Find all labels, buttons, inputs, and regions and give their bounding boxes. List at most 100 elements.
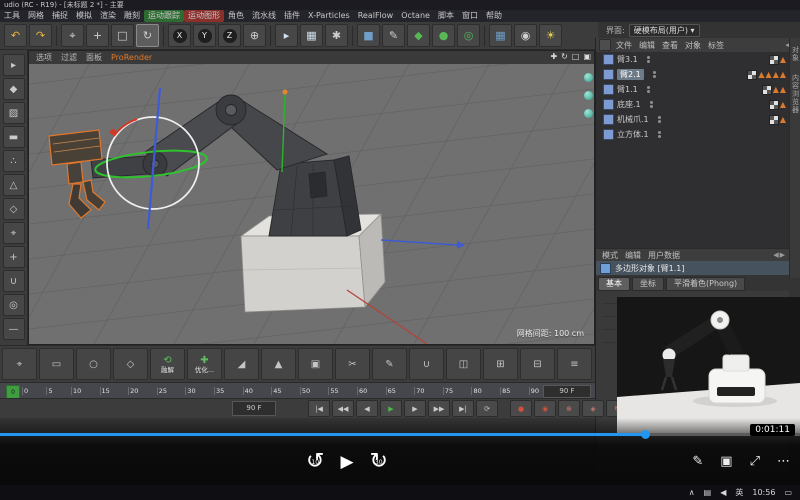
viewport-menu-filter[interactable]: 过滤 — [61, 52, 77, 63]
end-frame-field[interactable]: 90 F — [543, 385, 591, 398]
object-row[interactable]: 臂1.1 ▲ ▲ — [596, 82, 789, 97]
render-settings-icon[interactable]: ✱ — [325, 24, 348, 47]
object-row[interactable]: 立方体.1 — [596, 127, 789, 142]
prev-frame-button[interactable]: ◀ — [356, 400, 378, 417]
object-name[interactable]: 臂1.1 — [617, 84, 638, 95]
am-menu-edit[interactable]: 编辑 — [622, 250, 644, 261]
object-row[interactable]: 臂3.1 ▲ — [596, 52, 789, 67]
frame-range-field[interactable]: 90 F — [232, 401, 276, 416]
record-position-button[interactable]: ⊕ — [558, 400, 580, 417]
om-icon-placeholder[interactable] — [599, 39, 611, 51]
autokeying-button[interactable]: ◉ — [534, 400, 556, 417]
visibility-dots[interactable] — [653, 71, 656, 78]
polygon-selection-tag-icon[interactable]: ▲ — [780, 101, 786, 109]
visibility-dots[interactable] — [647, 56, 650, 63]
uvw-tag-icon[interactable] — [747, 70, 757, 80]
menu-pipeline[interactable]: 流水线 — [248, 10, 280, 22]
subdivide-icon[interactable]: ⊟ — [520, 348, 555, 380]
weld-icon[interactable]: ∪ — [409, 348, 444, 380]
polygon-selection-tag-icon[interactable]: ▲ — [780, 116, 786, 124]
viewport-solo-icon[interactable]: ◎ — [3, 294, 25, 316]
move-tool-icon[interactable]: + — [86, 24, 109, 47]
polygon-mode-icon[interactable]: ◇ — [3, 198, 25, 220]
menu-character[interactable]: 角色 — [224, 10, 248, 22]
viewport-menu-prorender[interactable]: ProRender — [111, 53, 152, 62]
am-menu-overflow-arrows[interactable]: ◀▶ — [773, 251, 786, 259]
pan-view-icon[interactable]: ✚ — [550, 52, 557, 61]
axis-mode-icon[interactable]: + — [3, 246, 25, 268]
goto-end-button[interactable]: ▶| — [452, 400, 474, 417]
rewind-10-button[interactable]: ↺10 — [306, 451, 324, 473]
loop-button[interactable]: ⟳ — [476, 400, 498, 417]
play-button[interactable]: ▶ — [380, 400, 402, 417]
menu-tools[interactable]: 工具 — [0, 10, 24, 22]
viewport[interactable]: 选项 过滤 面板 ProRender ✚ ↻ □ ▣ — [28, 50, 595, 345]
uvw-tag-icon[interactable] — [769, 100, 779, 110]
render-view-icon[interactable]: ▸ — [275, 24, 298, 47]
generator-icon[interactable]: ● — [432, 24, 455, 47]
polygon-selection-tag-icon[interactable]: ▲ — [780, 56, 786, 64]
menu-snap[interactable]: 捕捉 — [48, 10, 72, 22]
mirror-icon[interactable]: ◫ — [446, 348, 481, 380]
brush-icon[interactable]: ✎ — [372, 348, 407, 380]
melt-button[interactable]: ⟲ 融解 — [150, 348, 185, 380]
commands-icon[interactable]: ≡ — [557, 348, 592, 380]
zoom-view-icon[interactable]: □ — [572, 52, 580, 61]
model-mode-icon[interactable]: ◆ — [3, 78, 25, 100]
record-keyframe-button[interactable]: ● — [510, 400, 532, 417]
menu-window[interactable]: 窗口 — [458, 10, 482, 22]
z-axis-lock-icon[interactable]: Z — [218, 24, 241, 47]
viewport-canvas[interactable] — [29, 64, 594, 344]
edit-note-icon[interactable]: ✎ — [692, 454, 703, 469]
viewport-menu-panel[interactable]: 面板 — [86, 52, 102, 63]
filter-sphere-icon[interactable] — [584, 91, 593, 100]
object-row[interactable]: 臂2.1 ▲ ▲ ▲ ▲ — [596, 67, 789, 82]
fullscreen-icon[interactable]: ⤢ — [750, 454, 760, 469]
filter-sphere-icon[interactable] — [584, 109, 593, 118]
menu-xparticles[interactable]: X-Particles — [304, 10, 354, 22]
next-key-button[interactable]: ▶▶ — [428, 400, 450, 417]
undo-icon[interactable]: ↶ — [4, 24, 27, 47]
make-editable-icon[interactable]: ▸ — [3, 54, 25, 76]
pip-icon[interactable]: ▣ — [720, 454, 732, 469]
tray-chevron-icon[interactable]: ∧ — [689, 488, 695, 497]
video-progress-bar[interactable] — [0, 433, 800, 436]
light-object-icon[interactable]: ☀ — [539, 24, 562, 47]
om-menu-tags[interactable]: 标签 — [705, 40, 727, 51]
visibility-dots[interactable] — [650, 101, 653, 108]
maximize-view-icon[interactable]: ▣ — [583, 52, 591, 61]
y-axis-lock-icon[interactable]: Y — [193, 24, 216, 47]
inner-extrude-icon[interactable]: ▣ — [298, 348, 333, 380]
uvw-tag-icon[interactable] — [762, 85, 772, 95]
orbit-view-icon[interactable]: ↻ — [561, 52, 568, 61]
layout-dropdown[interactable]: 硬模布局(用户) ▾ — [629, 24, 700, 37]
polygon-selection-tag-icon[interactable]: ▲ — [773, 71, 779, 79]
tweak-mode-icon[interactable]: ⌖ — [3, 222, 25, 244]
visibility-dots[interactable] — [658, 116, 661, 123]
cube-primitive-icon[interactable]: ■ — [357, 24, 380, 47]
timeline-ruler[interactable]: 0 0510 152025 303540 455055 606570 75808… — [0, 382, 595, 399]
live-select-icon[interactable]: ⌖ — [2, 348, 37, 380]
object-name[interactable]: 臂3.1 — [617, 54, 638, 65]
x-axis-lock-icon[interactable]: X — [168, 24, 191, 47]
current-frame-marker[interactable]: 0 — [6, 385, 20, 399]
menu-sculpt[interactable]: 雕刻 — [120, 10, 144, 22]
om-menu-view[interactable]: 查看 — [659, 40, 681, 51]
am-menu-mode[interactable]: 模式 — [599, 250, 621, 261]
knife-icon[interactable]: ✂ — [335, 348, 370, 380]
menu-render[interactable]: 渲染 — [96, 10, 120, 22]
om-menu-edit[interactable]: 编辑 — [636, 40, 658, 51]
language-indicator[interactable]: 英 — [735, 487, 743, 498]
video-play-button[interactable]: ▶ — [340, 452, 353, 472]
rect-select-icon[interactable]: ▭ — [39, 348, 74, 380]
dock-tab-content-browser[interactable]: 内容浏览器 — [791, 74, 800, 114]
polygon-selection-tag-icon[interactable]: ▲ — [780, 86, 786, 94]
object-tags[interactable]: ▲ ▲ — [762, 85, 786, 95]
menu-mesh[interactable]: 网格 — [24, 10, 48, 22]
bevel-icon[interactable]: ◢ — [224, 348, 259, 380]
next-frame-button[interactable]: ▶ — [404, 400, 426, 417]
menu-script[interactable]: 脚本 — [434, 10, 458, 22]
lasso-select-icon[interactable]: ○ — [76, 348, 111, 380]
pen-spline-icon[interactable]: ✎ — [382, 24, 405, 47]
snap-toggle-icon[interactable]: ∪ — [3, 270, 25, 292]
